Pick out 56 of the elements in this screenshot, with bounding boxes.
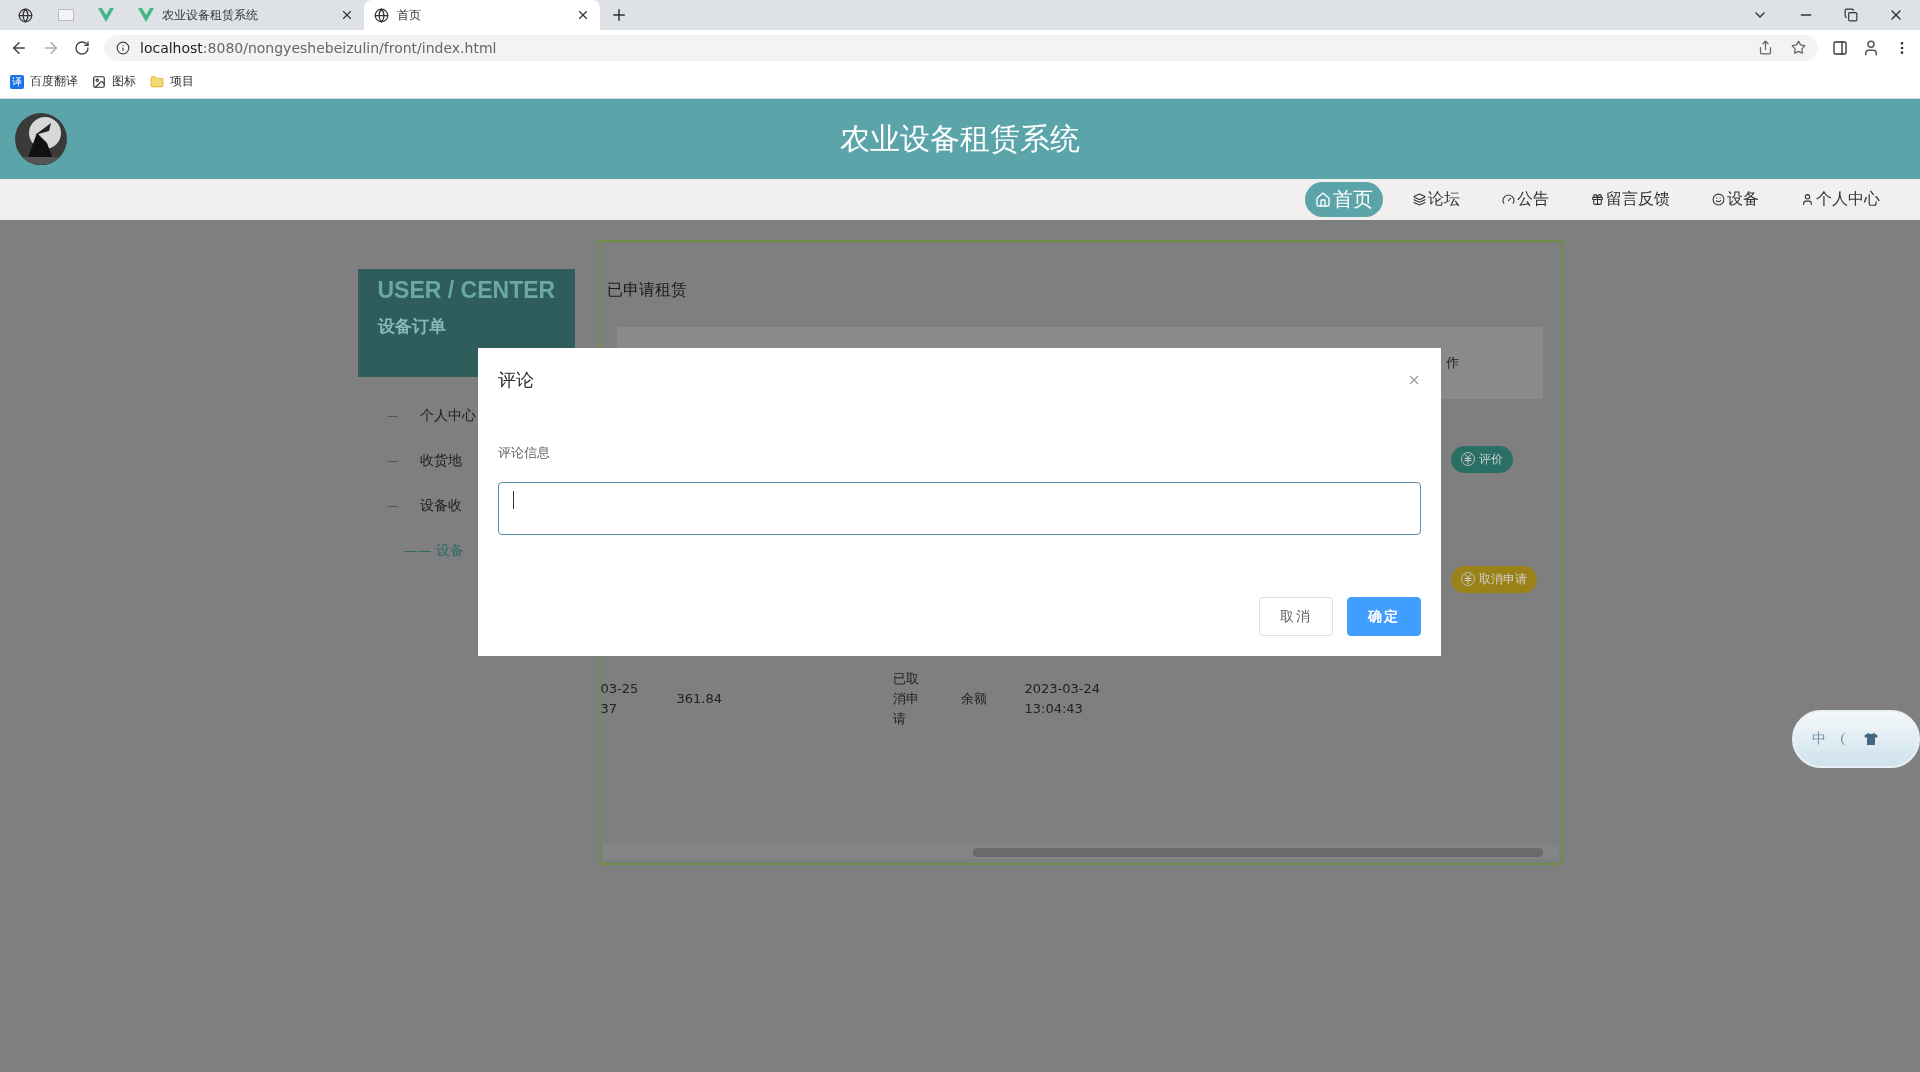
url-text: localhost:8080/nongyeshebeizulin/front/index.html: [140, 39, 497, 56]
profile-icon[interactable]: [1862, 38, 1880, 57]
bookmark-label[interactable]: 百度翻译: [30, 73, 78, 90]
gauge-icon: [1502, 193, 1515, 206]
translate-icon: 译: [10, 74, 24, 89]
section-heading: USER / CENTER: [377, 276, 556, 305]
shirt-icon: [1864, 733, 1878, 745]
nav-item[interactable]: 设备: [1700, 185, 1771, 214]
site-title: 农业设备租赁系统: [840, 119, 1080, 158]
table-cell-text: 03-25 37: [600, 680, 640, 718]
nav-item[interactable]: 留言反馈: [1579, 185, 1682, 214]
column-header: 作: [1445, 354, 1459, 372]
side-panel-icon[interactable]: [1832, 39, 1848, 56]
globe-icon: [374, 7, 389, 23]
table-cell-text: 已取消申请: [892, 670, 919, 728]
menu-item[interactable]: 设备收: [419, 497, 462, 515]
restore-icon[interactable]: [1844, 8, 1858, 22]
star-icon[interactable]: [1791, 40, 1806, 55]
globe-icon: [18, 7, 33, 23]
home-icon: [1315, 191, 1331, 208]
v-logo-icon: [138, 8, 154, 22]
close-icon[interactable]: [576, 8, 590, 22]
gift-icon: [1591, 193, 1604, 206]
reload-icon[interactable]: [74, 39, 90, 56]
nav-item[interactable]: 公告: [1490, 185, 1561, 214]
share-icon[interactable]: [1758, 40, 1773, 55]
layers-icon: [1413, 193, 1426, 206]
new-tab-icon[interactable]: [610, 6, 628, 24]
bookmark-label[interactable]: 项目: [170, 73, 194, 90]
smile-icon: [1712, 193, 1725, 206]
table-cell-text: 361.84: [676, 690, 723, 708]
scrollbar-thumb[interactable]: [972, 848, 1543, 857]
bookmark-label[interactable]: 图标: [112, 73, 136, 90]
scrollbar[interactable]: [602, 845, 1559, 859]
image-icon: [92, 74, 106, 89]
v-logo-icon: [98, 8, 114, 22]
cancel-button[interactable]: 取消: [1259, 597, 1333, 636]
table-cell-text: 2023-03-24 13:04:43: [1024, 680, 1102, 718]
folder-icon: [150, 74, 164, 89]
dialog-title: 评论: [498, 368, 534, 392]
nav-item[interactable]: 论坛: [1401, 185, 1472, 214]
table-cell-text: 余额: [960, 690, 988, 708]
address-bar[interactable]: localhost:8080/nongyeshebeizulin/front/index.html: [104, 34, 1818, 61]
tab-title[interactable]: 农业设备租赁系统: [162, 6, 332, 24]
close-icon[interactable]: [340, 8, 354, 22]
field-label: 评论信息: [498, 444, 551, 462]
menu-item[interactable]: 收货地: [419, 452, 462, 470]
section-subtitle: 设备订单: [377, 315, 447, 338]
nav-item[interactable]: 个人中心: [1789, 185, 1892, 214]
panel-title: 已申请租赁: [606, 280, 688, 301]
user-icon: [1801, 193, 1814, 206]
info-icon: [116, 40, 130, 55]
browser-icon: [58, 9, 74, 21]
review-button[interactable]: 评价: [1450, 445, 1513, 473]
menu-item[interactable]: 个人中心: [419, 407, 476, 425]
comment-input[interactable]: [498, 482, 1421, 535]
